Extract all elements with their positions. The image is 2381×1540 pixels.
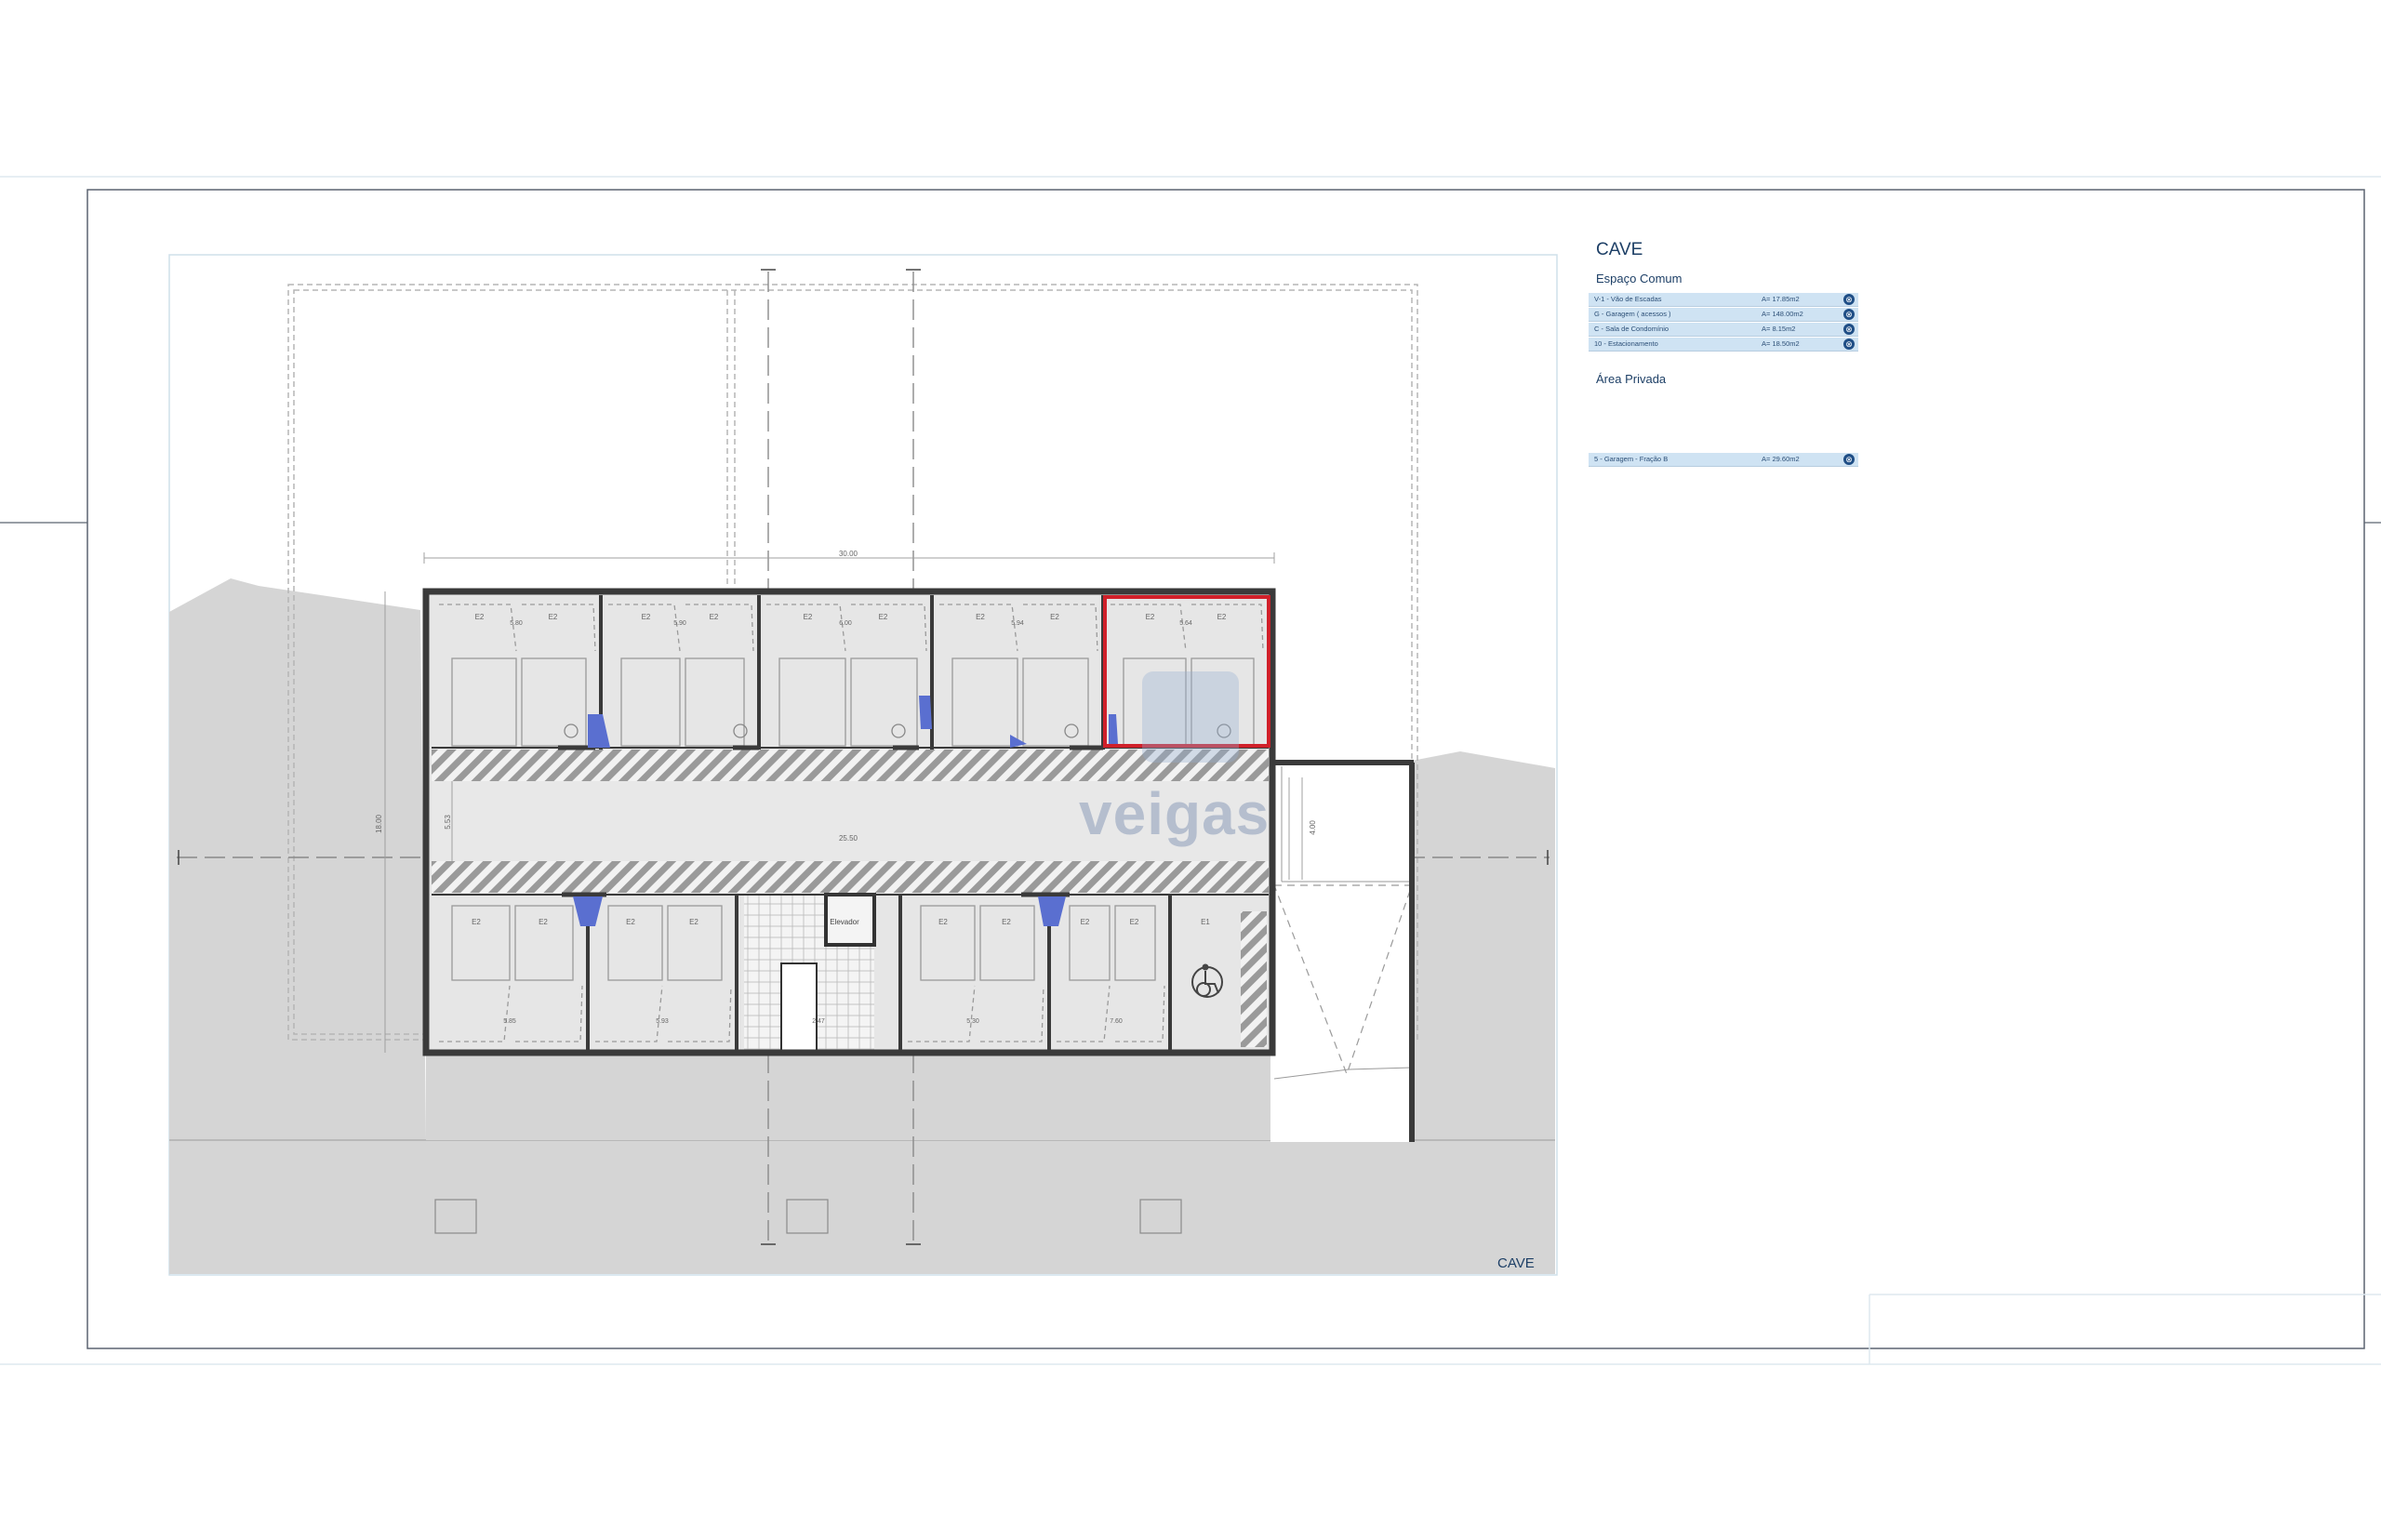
- space-dimension: 2.47: [812, 1018, 825, 1025]
- view-icon[interactable]: ⊗: [1843, 339, 1855, 350]
- space-tag: E2: [539, 918, 548, 926]
- aisle-width-dimension: 5.53: [444, 815, 452, 830]
- aisle-length-dimension: 25.50: [839, 834, 858, 843]
- space-dimension: 5.85: [503, 1018, 516, 1025]
- row-area: A= 8.15m2: [1762, 325, 1796, 333]
- view-icon[interactable]: ⊗: [1843, 309, 1855, 320]
- space-tag: E2: [689, 918, 698, 926]
- drawing-title: CAVE: [1497, 1255, 1535, 1271]
- view-icon[interactable]: ⊗: [1843, 294, 1855, 305]
- space-tag: E2: [1146, 613, 1155, 621]
- terrain-left: [169, 578, 426, 1140]
- space-tag: E2: [475, 613, 485, 621]
- row-label: 5 - Garagem - Fração B: [1594, 455, 1669, 463]
- row-label: V-1 - Vão de Escadas: [1594, 295, 1662, 303]
- space-tag: E2: [976, 613, 985, 621]
- space-dimension: 5.93: [656, 1018, 669, 1025]
- row-label: 10 - Estacionamento: [1594, 339, 1658, 348]
- row-area: A= 148.00m2: [1762, 310, 1803, 318]
- space-tag: E2: [710, 613, 719, 621]
- accessible-hatch: [1241, 911, 1267, 1047]
- aisle-hatch-bottom: [432, 861, 1269, 893]
- common-area-rows: V-1 - Vão de Escadas A= 17.85m2 ⊗ G - Ga…: [1589, 293, 1858, 352]
- space-tag: E2: [626, 918, 635, 926]
- space-dimension: 6.00: [839, 620, 852, 627]
- space-dimension: 5.94: [1011, 620, 1024, 627]
- space-dimension: 5.64: [1179, 620, 1192, 627]
- terrain-bottom: [169, 1140, 1555, 1274]
- space-tag: E2: [804, 613, 813, 621]
- space-tag: E2: [1130, 918, 1139, 926]
- row-label: C - Sala de Condomínio: [1594, 325, 1669, 333]
- legend-row[interactable]: G - Garagem ( acessos ) A= 148.00m2 ⊗: [1589, 308, 1858, 322]
- row-area: A= 18.50m2: [1762, 339, 1800, 348]
- space-tag: E2: [472, 918, 481, 926]
- space-tag: E1: [1201, 918, 1210, 926]
- view-icon[interactable]: ⊗: [1843, 324, 1855, 335]
- private-area-rows: 5 - Garagem - Fração B A= 29.60m2 ⊗: [1589, 453, 1858, 467]
- space-tag: E2: [549, 613, 558, 621]
- private-area-title: Área Privada: [1596, 372, 1667, 386]
- space-tag: E2: [642, 613, 651, 621]
- row-label: G - Garagem ( acessos ): [1594, 310, 1671, 318]
- space-tag: E2: [938, 918, 948, 926]
- watermark-text: veigas: [1079, 780, 1270, 847]
- space-tag: E2: [1217, 613, 1227, 621]
- overall-height-dimension: 18.00: [375, 814, 383, 833]
- overall-width-dimension: 30.00: [839, 550, 858, 558]
- legend-row[interactable]: C - Sala de Condomínio A= 8.15m2 ⊗: [1589, 323, 1858, 337]
- area-legend: CAVE Espaço Comum V-1 - Vão de Escadas A…: [1589, 240, 1858, 487]
- space-tag: E2: [1050, 613, 1059, 621]
- legend-row[interactable]: V-1 - Vão de Escadas A= 17.85m2 ⊗: [1589, 293, 1858, 307]
- space-tag: E2: [879, 613, 888, 621]
- space-tag: E2: [1081, 918, 1090, 926]
- legend-title: CAVE: [1596, 240, 1643, 259]
- row-area: A= 29.60m2: [1762, 455, 1800, 463]
- common-area-title: Espaço Comum: [1596, 272, 1683, 285]
- watermark-logo: [1142, 671, 1239, 763]
- terrain-right: [1412, 751, 1555, 1140]
- legend-row[interactable]: 10 - Estacionamento A= 18.50m2 ⊗: [1589, 338, 1858, 352]
- space-dimension: 5.80: [510, 620, 523, 627]
- ramp-width-dimension: 4.00: [1309, 820, 1317, 835]
- elevator-label: Elevador: [830, 918, 859, 926]
- space-tag: E2: [1002, 918, 1011, 926]
- space-dimension: 5.30: [966, 1018, 979, 1025]
- legend-row[interactable]: 5 - Garagem - Fração B A= 29.60m2 ⊗: [1589, 453, 1858, 467]
- floor-plan: E2 E2 5.80 E2 E2 5.90 E2 E2 6.00 E2 E2 5.94 E2 E2 5.64…: [0, 176, 2381, 1365]
- row-area: A= 17.85m2: [1762, 295, 1800, 303]
- view-icon[interactable]: ⊗: [1843, 454, 1855, 465]
- space-dimension: 7.60: [1110, 1018, 1123, 1025]
- space-dimension: 5.90: [673, 620, 686, 627]
